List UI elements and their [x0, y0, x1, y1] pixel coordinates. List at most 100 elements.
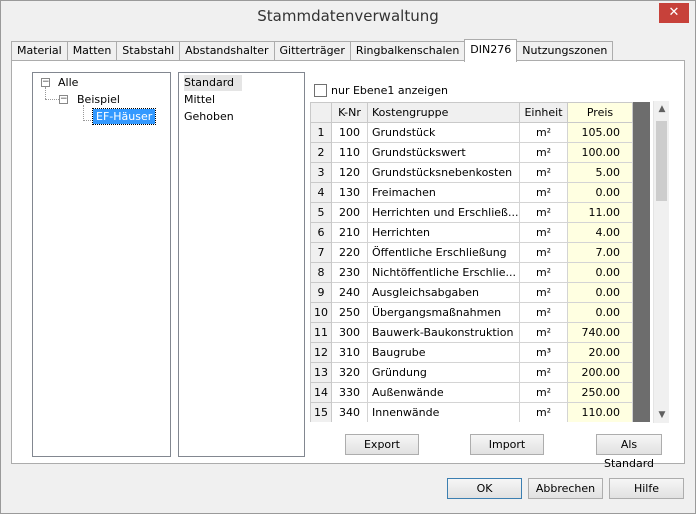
preis-cell[interactable]: 11.00: [567, 202, 633, 223]
scroll-up-icon[interactable]: ▲: [654, 101, 670, 117]
preis-cell[interactable]: 100.00: [567, 142, 633, 163]
close-button[interactable]: ✕: [659, 3, 689, 23]
table-row[interactable]: 14 330 Außenwände m² 250.00: [310, 382, 633, 403]
knr-header[interactable]: K-Nr: [331, 102, 368, 123]
preis-cell[interactable]: 5.00: [567, 162, 633, 183]
knr-cell: 320: [331, 362, 368, 383]
tree-connector: [83, 120, 93, 121]
tree-connector: [45, 87, 46, 99]
table-row[interactable]: 10 250 Übergangsmaßnahmen m² 0.00: [310, 302, 633, 323]
cancel-button[interactable]: Abbrechen: [528, 478, 603, 499]
kostengruppe-cell: Übergangsmaßnahmen: [367, 302, 520, 323]
level1-filter[interactable]: nur Ebene1 anzeigen: [314, 82, 448, 98]
als-standard-button[interactable]: Als Standard: [596, 434, 662, 470]
preis-cell[interactable]: 110.00: [567, 402, 633, 422]
cost-group-grid[interactable]: K-Nr Kostengruppe Einheit Preis 1 100 Grun…: [309, 101, 665, 423]
row-number-cell: 2: [310, 142, 332, 163]
table-row[interactable]: 7 220 Öffentliche Erschließung m² 7.00: [310, 242, 633, 263]
table-row[interactable]: 6 210 Herrichten m² 4.00: [310, 222, 633, 243]
preis-cell[interactable]: 250.00: [567, 382, 633, 403]
tab-material[interactable]: Material: [11, 41, 68, 61]
preis-cell[interactable]: 20.00: [567, 342, 633, 363]
preis-cell[interactable]: 0.00: [567, 282, 633, 303]
preis-cell[interactable]: 4.00: [567, 222, 633, 243]
einheit-cell: m²: [519, 202, 568, 223]
table-row[interactable]: 8 230 Nichtöffentliche Erschlie... m² 0.00: [310, 262, 633, 283]
tab-nutzungszonen[interactable]: Nutzungszonen: [516, 41, 614, 61]
list-item-standard[interactable]: Standard: [184, 75, 243, 91]
tab-strip: Material Matten Stabstahl Abstandshalter…: [11, 39, 614, 62]
preis-cell[interactable]: 0.00: [567, 182, 633, 203]
row-number-cell: 5: [310, 202, 332, 223]
kostengruppe-cell: Herrichten und Erschließ...: [367, 202, 520, 223]
table-row[interactable]: 1 100 Grundstück m² 105.00: [310, 122, 633, 143]
preis-cell[interactable]: 740.00: [567, 322, 633, 343]
preis-cell[interactable]: 0.00: [567, 262, 633, 283]
knr-cell: 120: [331, 162, 368, 183]
table-row[interactable]: 15 340 Innenwände m² 110.00: [310, 402, 633, 422]
einheit-cell: m²: [519, 282, 568, 303]
kostengruppe-cell: Grundstückswert: [367, 142, 520, 163]
table-row[interactable]: 3 120 Grundstücksnebenkosten m² 5.00: [310, 162, 633, 183]
tree-node-alle[interactable]: Alle: [58, 75, 78, 90]
preis-cell[interactable]: 0.00: [567, 302, 633, 323]
window-title: Stammdatenverwaltung: [257, 7, 439, 25]
tree-node-beispiel[interactable]: Beispiel: [77, 92, 120, 107]
table-row[interactable]: 4 130 Freimachen m² 0.00: [310, 182, 633, 203]
tab-abstandshalter[interactable]: Abstandshalter: [179, 41, 275, 61]
tab-stabstahl[interactable]: Stabstahl: [116, 41, 181, 61]
knr-cell: 220: [331, 242, 368, 263]
row-number-cell: 6: [310, 222, 332, 243]
preis-cell[interactable]: 7.00: [567, 242, 633, 263]
kostengruppe-cell: Außenwände: [367, 382, 520, 403]
grid-empty-area: [633, 102, 650, 422]
row-number-cell: 10: [310, 302, 332, 323]
table-row[interactable]: 11 300 Bauwerk-Baukonstruktion m² 740.00: [310, 322, 633, 343]
row-number-cell: 9: [310, 282, 332, 303]
preis-header[interactable]: Preis: [567, 102, 633, 123]
variant-list[interactable]: Standard Mittel Gehoben: [178, 72, 305, 457]
title-bar: Stammdatenverwaltung ✕: [1, 1, 695, 33]
einheit-cell: m²: [519, 122, 568, 143]
grid-vertical-scrollbar[interactable]: ▲ ▼: [653, 101, 669, 423]
import-button[interactable]: Import: [470, 434, 544, 455]
level1-checkbox[interactable]: [314, 83, 327, 97]
category-tree[interactable]: − Alle − Beispiel EF-Häuser: [32, 72, 171, 457]
table-row[interactable]: 5 200 Herrichten und Erschließ... m² 11.00: [310, 202, 633, 223]
scroll-down-icon[interactable]: ▼: [654, 407, 670, 423]
kostengruppe-cell: Öffentliche Erschließung: [367, 242, 520, 263]
einheit-cell: m³: [519, 342, 568, 363]
cost-group-table: K-Nr Kostengruppe Einheit Preis 1 100 Grun…: [310, 102, 633, 422]
table-row[interactable]: 12 310 Baugrube m³ 20.00: [310, 342, 633, 363]
list-item-gehoben[interactable]: Gehoben: [184, 109, 234, 125]
scrollbar-thumb[interactable]: [656, 121, 667, 201]
knr-cell: 130: [331, 182, 368, 203]
einheit-header[interactable]: Einheit: [519, 102, 568, 123]
list-item-mittel[interactable]: Mittel: [184, 92, 215, 108]
tree-node-ef-haeuser[interactable]: EF-Häuser: [91, 108, 157, 125]
tab-gittertraeger[interactable]: Gitterträger: [273, 41, 351, 61]
tab-din276[interactable]: DIN276: [464, 39, 518, 62]
kostengruppe-cell: Grundstücksnebenkosten: [367, 162, 520, 183]
export-button[interactable]: Export: [345, 434, 419, 455]
kostengruppe-header[interactable]: Kostengruppe: [367, 102, 520, 123]
preis-cell[interactable]: 105.00: [567, 122, 633, 143]
kostengruppe-cell: Gründung: [367, 362, 520, 383]
tab-panel-din276: − Alle − Beispiel EF-Häuser Standard Mit…: [11, 60, 685, 470]
einheit-cell: m²: [519, 182, 568, 203]
tab-matten[interactable]: Matten: [66, 41, 118, 61]
ok-button[interactable]: OK: [447, 478, 522, 499]
table-header-row: K-Nr Kostengruppe Einheit Preis: [310, 102, 633, 123]
table-row[interactable]: 2 110 Grundstückswert m² 100.00: [310, 142, 633, 163]
dialog-window: Stammdatenverwaltung ✕ Material Matten S…: [0, 0, 696, 514]
collapse-icon[interactable]: −: [41, 78, 50, 87]
knr-cell: 330: [331, 382, 368, 403]
table-row[interactable]: 13 320 Gründung m² 200.00: [310, 362, 633, 383]
collapse-icon[interactable]: −: [59, 95, 68, 104]
einheit-cell: m²: [519, 142, 568, 163]
table-row[interactable]: 9 240 Ausgleichsabgaben m² 0.00: [310, 282, 633, 303]
tab-ringbalkenschalen[interactable]: Ringbalkenschalen: [349, 41, 466, 61]
knr-cell: 110: [331, 142, 368, 163]
help-button[interactable]: Hilfe: [609, 478, 684, 499]
preis-cell[interactable]: 200.00: [567, 362, 633, 383]
